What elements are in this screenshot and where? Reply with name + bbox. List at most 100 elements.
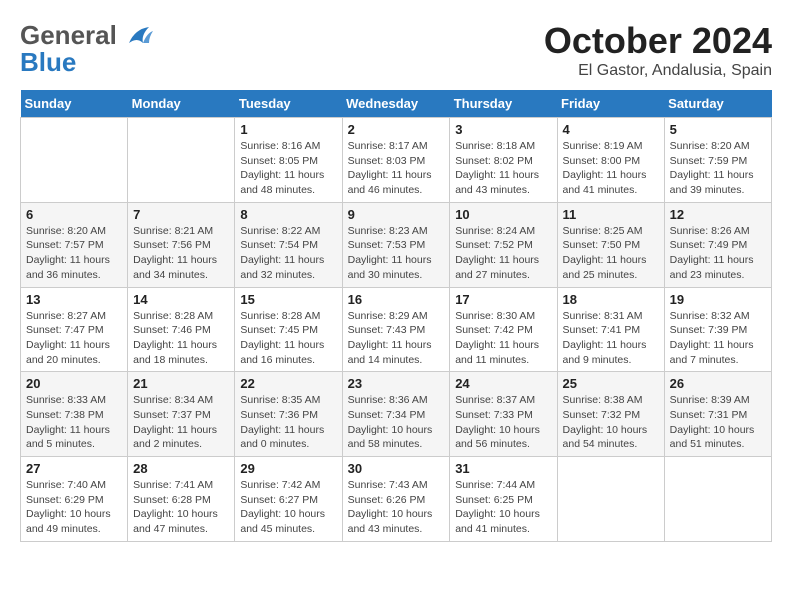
calendar-day-cell: 12 Sunrise: 8:26 AM Sunset: 7:49 PM Dayli…	[664, 202, 771, 287]
day-info: Sunrise: 8:37 AM Sunset: 7:33 PM Dayligh…	[455, 393, 551, 452]
calendar-day-cell: 17 Sunrise: 8:30 AM Sunset: 7:42 PM Dayli…	[450, 287, 557, 372]
calendar-day-cell: 4 Sunrise: 8:19 AM Sunset: 8:00 PM Daylig…	[557, 118, 664, 203]
calendar-day-cell	[557, 457, 664, 542]
calendar-day-cell: 9 Sunrise: 8:23 AM Sunset: 7:53 PM Daylig…	[342, 202, 450, 287]
calendar-day-cell	[664, 457, 771, 542]
calendar-day-cell: 15 Sunrise: 8:28 AM Sunset: 7:45 PM Dayli…	[235, 287, 342, 372]
day-number: 3	[455, 122, 551, 137]
day-info: Sunrise: 8:32 AM Sunset: 7:39 PM Dayligh…	[670, 309, 766, 368]
day-info: Sunrise: 7:41 AM Sunset: 6:28 PM Dayligh…	[133, 478, 229, 537]
day-info: Sunrise: 8:16 AM Sunset: 8:05 PM Dayligh…	[240, 139, 336, 198]
day-number: 2	[348, 122, 445, 137]
calendar-week-row: 13Sunrise: 8:27 AM Sunset: 7:47 PM Dayli…	[21, 287, 772, 372]
day-number: 21	[133, 376, 229, 391]
day-number: 18	[563, 292, 659, 307]
day-number: 12	[670, 207, 766, 222]
calendar-day-cell: 5 Sunrise: 8:20 AM Sunset: 7:59 PM Daylig…	[664, 118, 771, 203]
day-number: 17	[455, 292, 551, 307]
logo-blue-text: Blue	[20, 47, 76, 78]
calendar-day-cell: 25 Sunrise: 8:38 AM Sunset: 7:32 PM Dayli…	[557, 372, 664, 457]
calendar-day-cell: 1 Sunrise: 8:16 AM Sunset: 8:05 PM Daylig…	[235, 118, 342, 203]
calendar-day-cell: 10 Sunrise: 8:24 AM Sunset: 7:52 PM Dayli…	[450, 202, 557, 287]
day-number: 4	[563, 122, 659, 137]
calendar-day-cell: 23Sunrise: 8:36 AM Sunset: 7:34 PM Dayli…	[342, 372, 450, 457]
day-info: Sunrise: 8:33 AM Sunset: 7:38 PM Dayligh…	[26, 393, 122, 452]
calendar-week-row: 27 Sunrise: 7:40 AM Sunset: 6:29 PM Dayli…	[21, 457, 772, 542]
calendar-day-cell: 14Sunrise: 8:28 AM Sunset: 7:46 PM Dayli…	[128, 287, 235, 372]
day-number: 24	[455, 376, 551, 391]
calendar-day-cell: 6Sunrise: 8:20 AM Sunset: 7:57 PM Daylig…	[21, 202, 128, 287]
calendar-day-cell: 24 Sunrise: 8:37 AM Sunset: 7:33 PM Dayli…	[450, 372, 557, 457]
day-info: Sunrise: 8:36 AM Sunset: 7:34 PM Dayligh…	[348, 393, 445, 452]
calendar-week-row: 1 Sunrise: 8:16 AM Sunset: 8:05 PM Daylig…	[21, 118, 772, 203]
day-number: 26	[670, 376, 766, 391]
calendar-week-row: 6Sunrise: 8:20 AM Sunset: 7:57 PM Daylig…	[21, 202, 772, 287]
day-number: 25	[563, 376, 659, 391]
day-info: Sunrise: 7:42 AM Sunset: 6:27 PM Dayligh…	[240, 478, 336, 537]
calendar-day-cell: 16Sunrise: 8:29 AM Sunset: 7:43 PM Dayli…	[342, 287, 450, 372]
day-info: Sunrise: 8:24 AM Sunset: 7:52 PM Dayligh…	[455, 224, 551, 283]
day-number: 5	[670, 122, 766, 137]
calendar-day-cell: 18 Sunrise: 8:31 AM Sunset: 7:41 PM Dayli…	[557, 287, 664, 372]
day-header-thursday: Thursday	[450, 90, 557, 118]
day-info: Sunrise: 7:40 AM Sunset: 6:29 PM Dayligh…	[26, 478, 122, 537]
day-header-friday: Friday	[557, 90, 664, 118]
day-number: 1	[240, 122, 336, 137]
calendar-day-cell: 30 Sunrise: 7:43 AM Sunset: 6:26 PM Dayli…	[342, 457, 450, 542]
day-number: 28	[133, 461, 229, 476]
calendar-day-cell: 3Sunrise: 8:18 AM Sunset: 8:02 PM Daylig…	[450, 118, 557, 203]
calendar-day-cell: 13Sunrise: 8:27 AM Sunset: 7:47 PM Dayli…	[21, 287, 128, 372]
day-number: 15	[240, 292, 336, 307]
day-info: Sunrise: 8:23 AM Sunset: 7:53 PM Dayligh…	[348, 224, 445, 283]
logo-bird-icon	[121, 25, 153, 47]
calendar-day-cell: 31 Sunrise: 7:44 AM Sunset: 6:25 PM Dayli…	[450, 457, 557, 542]
day-info: Sunrise: 8:30 AM Sunset: 7:42 PM Dayligh…	[455, 309, 551, 368]
day-number: 6	[26, 207, 122, 222]
calendar-day-cell: 11Sunrise: 8:25 AM Sunset: 7:50 PM Dayli…	[557, 202, 664, 287]
day-number: 16	[348, 292, 445, 307]
calendar-day-cell: 28 Sunrise: 7:41 AM Sunset: 6:28 PM Dayli…	[128, 457, 235, 542]
logo: General Blue	[20, 20, 153, 78]
calendar-header-row: SundayMondayTuesdayWednesdayThursdayFrid…	[21, 90, 772, 118]
page-header: General Blue October 2024 El Gastor, And…	[20, 20, 772, 80]
calendar-day-cell	[21, 118, 128, 203]
day-info: Sunrise: 8:20 AM Sunset: 7:59 PM Dayligh…	[670, 139, 766, 198]
calendar-day-cell: 8 Sunrise: 8:22 AM Sunset: 7:54 PM Daylig…	[235, 202, 342, 287]
day-header-saturday: Saturday	[664, 90, 771, 118]
day-number: 30	[348, 461, 445, 476]
calendar-day-cell: 7Sunrise: 8:21 AM Sunset: 7:56 PM Daylig…	[128, 202, 235, 287]
calendar-day-cell	[128, 118, 235, 203]
day-number: 31	[455, 461, 551, 476]
calendar-day-cell: 29 Sunrise: 7:42 AM Sunset: 6:27 PM Dayli…	[235, 457, 342, 542]
day-header-tuesday: Tuesday	[235, 90, 342, 118]
calendar-day-cell: 26 Sunrise: 8:39 AM Sunset: 7:31 PM Dayli…	[664, 372, 771, 457]
day-number: 29	[240, 461, 336, 476]
day-info: Sunrise: 8:21 AM Sunset: 7:56 PM Dayligh…	[133, 224, 229, 283]
day-number: 11	[563, 207, 659, 222]
day-info: Sunrise: 8:39 AM Sunset: 7:31 PM Dayligh…	[670, 393, 766, 452]
month-title: October 2024	[544, 20, 772, 62]
day-info: Sunrise: 8:31 AM Sunset: 7:41 PM Dayligh…	[563, 309, 659, 368]
day-info: Sunrise: 8:38 AM Sunset: 7:32 PM Dayligh…	[563, 393, 659, 452]
day-number: 20	[26, 376, 122, 391]
day-header-monday: Monday	[128, 90, 235, 118]
calendar-week-row: 20 Sunrise: 8:33 AM Sunset: 7:38 PM Dayli…	[21, 372, 772, 457]
day-info: Sunrise: 7:44 AM Sunset: 6:25 PM Dayligh…	[455, 478, 551, 537]
day-number: 8	[240, 207, 336, 222]
day-number: 22	[240, 376, 336, 391]
day-header-wednesday: Wednesday	[342, 90, 450, 118]
day-info: Sunrise: 8:19 AM Sunset: 8:00 PM Dayligh…	[563, 139, 659, 198]
day-number: 27	[26, 461, 122, 476]
day-info: Sunrise: 8:26 AM Sunset: 7:49 PM Dayligh…	[670, 224, 766, 283]
day-info: Sunrise: 8:28 AM Sunset: 7:45 PM Dayligh…	[240, 309, 336, 368]
day-info: Sunrise: 8:35 AM Sunset: 7:36 PM Dayligh…	[240, 393, 336, 452]
day-info: Sunrise: 7:43 AM Sunset: 6:26 PM Dayligh…	[348, 478, 445, 537]
calendar-table: SundayMondayTuesdayWednesdayThursdayFrid…	[20, 90, 772, 542]
day-number: 9	[348, 207, 445, 222]
day-info: Sunrise: 8:22 AM Sunset: 7:54 PM Dayligh…	[240, 224, 336, 283]
calendar-day-cell: 22 Sunrise: 8:35 AM Sunset: 7:36 PM Dayli…	[235, 372, 342, 457]
calendar-day-cell: 19Sunrise: 8:32 AM Sunset: 7:39 PM Dayli…	[664, 287, 771, 372]
title-block: October 2024 El Gastor, Andalusia, Spain	[544, 20, 772, 80]
day-info: Sunrise: 8:34 AM Sunset: 7:37 PM Dayligh…	[133, 393, 229, 452]
day-number: 10	[455, 207, 551, 222]
